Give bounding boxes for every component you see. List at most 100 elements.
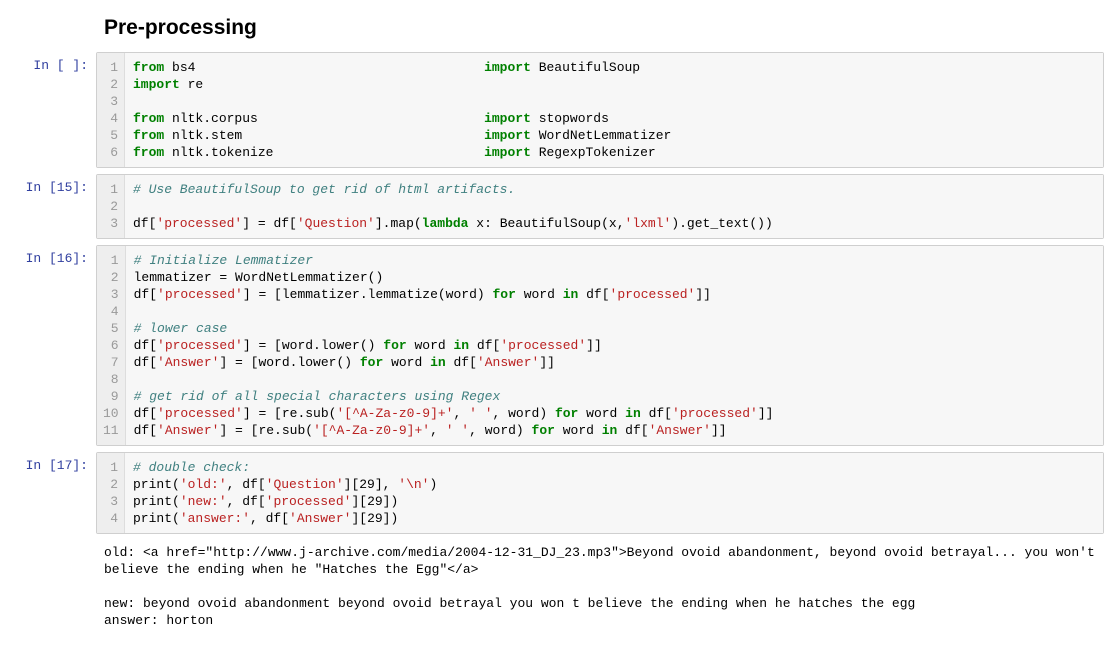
code-content[interactable]: # double check: print('old:', df['Questi… <box>125 453 1103 533</box>
code-token: word <box>383 355 430 370</box>
code-token: re <box>180 77 203 92</box>
cell-prompt <box>8 540 96 546</box>
line-number: 3 <box>103 215 118 232</box>
code-token: 'processed' <box>500 338 586 353</box>
code-token: 'processed' <box>610 287 696 302</box>
code-token: df[ <box>133 216 156 231</box>
line-number: 3 <box>103 286 119 303</box>
code-content[interactable]: # Use BeautifulSoup to get rid of html a… <box>125 175 1103 238</box>
code-token: , word) <box>493 406 555 421</box>
code-token: from <box>133 145 164 160</box>
code-token: nltk.corpus <box>164 111 484 126</box>
code-token: # Use BeautifulSoup to get rid of html a… <box>133 182 515 197</box>
code-cell: In [16]:1234567891011# Initialize Lemmat… <box>8 245 1104 446</box>
line-number: 3 <box>103 93 118 110</box>
line-number: 8 <box>103 371 119 388</box>
code-content[interactable]: from bs4 import BeautifulSoup import re … <box>125 53 1103 167</box>
code-token: , <box>430 423 446 438</box>
line-number: 1 <box>103 459 118 476</box>
output-text: old: <a href="http://www.j-archive.com/m… <box>96 540 1104 633</box>
code-token: , df[ <box>227 477 266 492</box>
section-heading: Pre-processing <box>104 16 1104 40</box>
code-content[interactable]: # Initialize Lemmatizer lemmatizer = Wor… <box>126 246 1103 445</box>
code-token: ][29]) <box>351 511 398 526</box>
line-number: 2 <box>103 269 119 286</box>
code-token: 'Answer' <box>157 355 219 370</box>
code-token: import <box>484 111 531 126</box>
code-token: '[^A-Za-z0-9]+' <box>336 406 453 421</box>
code-token: # lower case <box>134 321 228 336</box>
code-token: import <box>484 128 531 143</box>
line-number-gutter: 123 <box>97 175 125 238</box>
code-input-area[interactable]: 123 # Use BeautifulSoup to get rid of htm… <box>96 174 1104 239</box>
code-input-area[interactable]: 1234# double check: print('old:', df['Qu… <box>96 452 1104 534</box>
line-number: 2 <box>103 476 118 493</box>
line-number: 2 <box>103 76 118 93</box>
code-token: # Initialize Lemmatizer <box>134 253 313 268</box>
code-token: ] = [lemmatizer.lemmatize(word) <box>243 287 493 302</box>
code-token: ] = [re.sub( <box>243 406 337 421</box>
code-input-area[interactable]: 123456from bs4 import BeautifulSoup impo… <box>96 52 1104 168</box>
code-token: BeautifulSoup <box>531 60 640 75</box>
code-token: bs4 <box>164 60 484 75</box>
code-token: df[ <box>578 287 609 302</box>
line-number: 9 <box>103 388 119 405</box>
code-token: 'new:' <box>180 494 227 509</box>
code-token: ]] <box>711 423 727 438</box>
code-token: ][29], <box>344 477 399 492</box>
code-token: nltk.tokenize <box>164 145 484 160</box>
line-number: 2 <box>103 198 118 215</box>
code-token: for <box>492 287 515 302</box>
line-number: 6 <box>103 337 119 354</box>
line-number: 10 <box>103 405 119 422</box>
code-token: 'processed' <box>157 406 243 421</box>
line-number: 11 <box>103 422 119 439</box>
code-token: ' ' <box>446 423 469 438</box>
code-token: # double check: <box>133 460 250 475</box>
code-token: df[ <box>446 355 477 370</box>
line-number: 5 <box>103 320 119 337</box>
code-token: 'Question' <box>266 477 344 492</box>
line-number-gutter: 1234567891011 <box>97 246 126 445</box>
code-token: x: BeautifulSoup(x, <box>468 216 624 231</box>
code-token: 'processed' <box>157 287 243 302</box>
line-number: 1 <box>103 252 119 269</box>
line-number: 4 <box>103 110 118 127</box>
code-token: ] = df[ <box>242 216 297 231</box>
code-token: lambda <box>422 216 469 231</box>
code-token: in <box>454 338 470 353</box>
code-token: ]] <box>695 287 711 302</box>
cell-prompt: In [15]: <box>8 174 96 195</box>
code-token: ]] <box>586 338 602 353</box>
code-token: for <box>360 355 383 370</box>
code-token: df[ <box>134 406 157 421</box>
code-token: from <box>133 60 164 75</box>
code-token: # get rid of all special characters usin… <box>134 389 501 404</box>
line-number: 1 <box>103 181 118 198</box>
code-token: word <box>578 406 625 421</box>
code-token: df[ <box>469 338 500 353</box>
code-token: print( <box>133 494 180 509</box>
code-input-area[interactable]: 1234567891011# Initialize Lemmatizer lem… <box>96 245 1104 446</box>
line-number-gutter: 123456 <box>97 53 125 167</box>
line-number: 1 <box>103 59 118 76</box>
code-token: ]] <box>539 355 555 370</box>
code-token: 'Answer' <box>477 355 539 370</box>
code-token: df[ <box>134 287 157 302</box>
code-token: ] = [word.lower() <box>219 355 359 370</box>
code-token: from <box>133 111 164 126</box>
code-token: 'processed' <box>156 216 242 231</box>
code-token: df[ <box>617 423 648 438</box>
line-number: 3 <box>103 493 118 510</box>
code-token: WordNetLemmatizer <box>531 128 671 143</box>
code-token: nltk.stem <box>164 128 484 143</box>
code-token: import <box>133 77 180 92</box>
code-token: RegexpTokenizer <box>531 145 656 160</box>
code-token: df[ <box>134 355 157 370</box>
code-token: df[ <box>134 423 157 438</box>
code-token: word <box>516 287 563 302</box>
code-token: print( <box>133 477 180 492</box>
output-cell: old: <a href="http://www.j-archive.com/m… <box>8 540 1104 633</box>
code-token: df[ <box>134 338 157 353</box>
cell-prompt: In [17]: <box>8 452 96 473</box>
